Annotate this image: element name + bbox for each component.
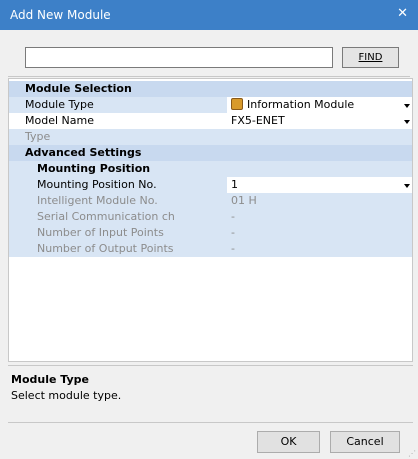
row-model-name[interactable]: Model Name FX5-ENET (9, 113, 412, 129)
module-type-value[interactable]: Information Module (227, 97, 402, 113)
row-serial-communication: Serial Communication ch - (9, 209, 412, 225)
output-points-value: - (227, 241, 402, 257)
description-title: Module Type (11, 373, 89, 386)
search-row: FIND (8, 37, 410, 77)
row-module-type[interactable]: Module Type Information Module (9, 97, 412, 113)
chevron-down-icon[interactable] (402, 97, 412, 113)
chevron-down-icon[interactable] (402, 177, 412, 193)
row-label: Type (25, 130, 51, 143)
category-advanced-settings[interactable]: Advanced Settings (9, 145, 412, 161)
description-text: Select module type. (11, 389, 122, 402)
description-panel: Module Type Select module type. (8, 365, 413, 423)
type-value (227, 129, 402, 145)
find-label: FIND (358, 52, 383, 63)
input-points-value: - (227, 225, 402, 241)
category-module-selection[interactable]: Module Selection (9, 81, 412, 97)
title-bar: Add New Module ✕ (0, 0, 418, 30)
model-name-value[interactable]: FX5-ENET (227, 113, 402, 129)
chevron-down-icon[interactable] (402, 113, 412, 129)
row-input-points: Number of Input Points - (9, 225, 412, 241)
resize-grip-icon[interactable]: ⋰ (408, 449, 416, 458)
information-module-icon (231, 98, 243, 110)
category-label: Module Selection (25, 82, 132, 95)
window-title: Add New Module (10, 8, 111, 22)
row-label: Model Name (25, 114, 94, 127)
row-label: Serial Communication ch (37, 210, 175, 223)
row-mounting-position-no[interactable]: Mounting Position No. 1 (9, 177, 412, 193)
cancel-button[interactable]: Cancel (330, 431, 400, 453)
ok-button[interactable]: OK (257, 431, 320, 453)
row-label: Module Type (25, 98, 94, 111)
add-new-module-dialog: Add New Module ✕ FIND Module Selection M… (0, 0, 418, 459)
intelligent-module-no-value: 01 H (227, 193, 402, 209)
category-label: Mounting Position (37, 162, 151, 175)
category-mounting-position[interactable]: Mounting Position (9, 161, 412, 177)
row-type: Type (9, 129, 412, 145)
close-icon[interactable]: ✕ (397, 6, 408, 21)
row-output-points: Number of Output Points - (9, 241, 412, 257)
row-label: Number of Output Points (37, 242, 174, 255)
row-label: Intelligent Module No. (37, 194, 158, 207)
row-label: Mounting Position No. (37, 178, 157, 191)
row-intelligent-module-no: Intelligent Module No. 01 H (9, 193, 412, 209)
mounting-position-no-value[interactable]: 1 (227, 177, 402, 193)
row-label: Number of Input Points (37, 226, 164, 239)
find-button[interactable]: FIND (342, 47, 399, 68)
module-type-text: Information Module (247, 98, 355, 111)
search-input[interactable] (25, 47, 333, 68)
serial-comm-value: - (227, 209, 402, 225)
category-label: Advanced Settings (25, 146, 142, 159)
property-grid: Module Selection Module Type Information… (8, 78, 413, 362)
